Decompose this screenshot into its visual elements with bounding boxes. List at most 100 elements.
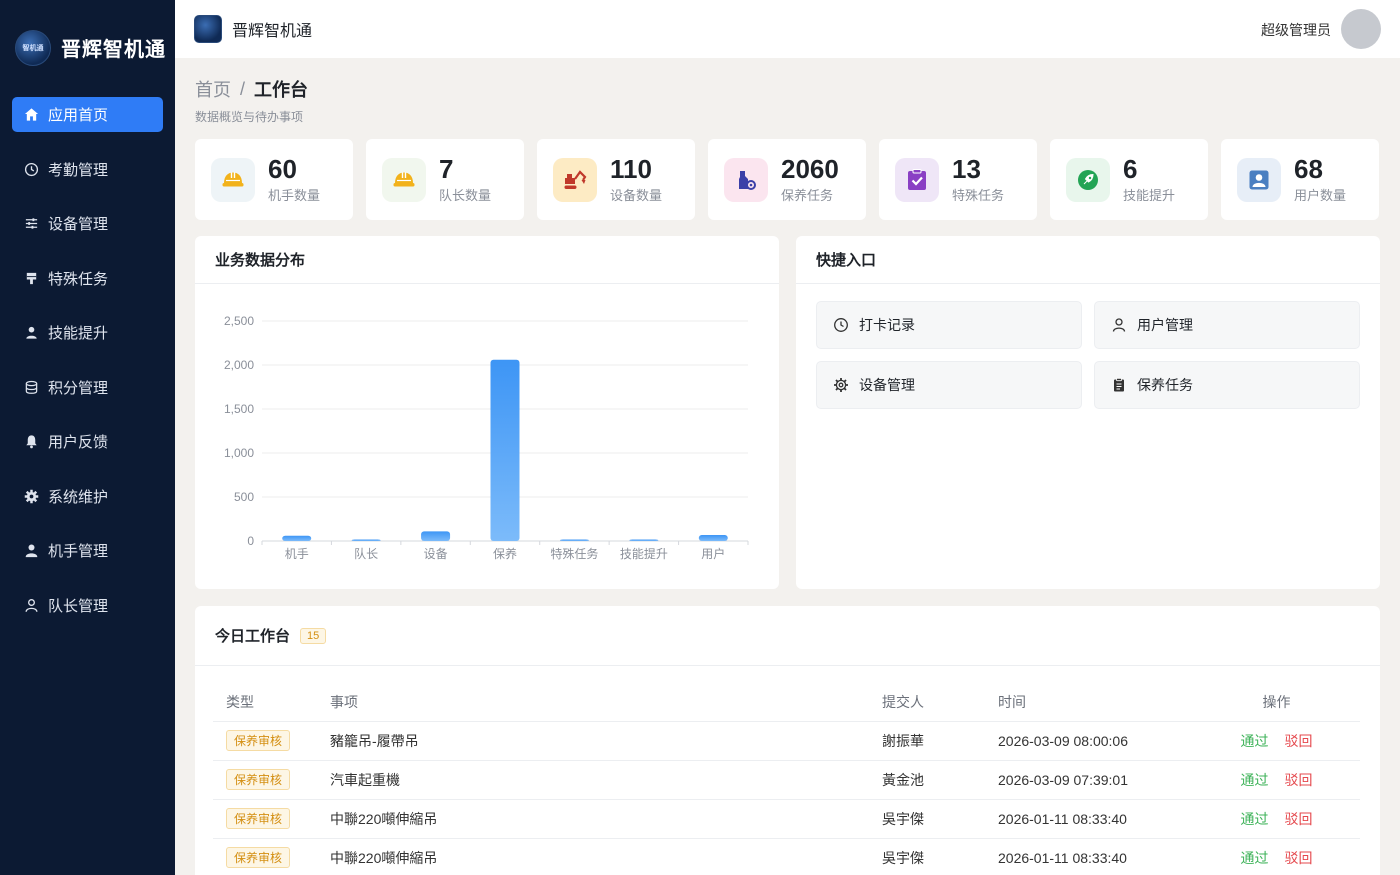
pin-icon	[22, 269, 40, 287]
header-title: 晋辉智机通	[232, 23, 313, 40]
stat-label: 技能提升	[1123, 188, 1176, 203]
stat-card-equipment[interactable]: 110 设备数量	[537, 139, 695, 220]
stat-card-users[interactable]: 68 用户数量	[1221, 139, 1379, 220]
quick-btn-label: 打卡记录	[859, 317, 915, 333]
y-tick-label: 500	[234, 490, 254, 504]
type-tag: 保养审核	[226, 769, 291, 790]
sidebar-item-label: 队长管理	[48, 597, 109, 615]
bar-设备	[421, 531, 451, 541]
sidebar-item-feedback[interactable]: 用户反馈	[12, 424, 163, 459]
sidebar-item-captains[interactable]: 队长管理	[12, 588, 163, 623]
quick-grid: 打卡记录 用户管理 设备管理 保养任务	[816, 301, 1360, 409]
stat-label: 用户数量	[1294, 188, 1347, 203]
user-up-icon	[22, 324, 40, 342]
main-content: 首页 / 工作台 数据概览与待办事项 60 机手数量 7 队长数量 110 设备数量	[175, 58, 1400, 875]
stat-card-skills[interactable]: 6 技能提升	[1050, 139, 1208, 220]
person-icon	[22, 542, 40, 560]
stat-label: 保养任务	[781, 188, 834, 203]
y-tick-label: 2,500	[224, 314, 254, 328]
stat-card-captains[interactable]: 7 队长数量	[366, 139, 524, 220]
quick-btn-label: 设备管理	[859, 377, 915, 393]
home-icon	[22, 106, 40, 124]
brand: 智机通 晋辉智机通	[0, 0, 175, 95]
sidebar-item-label: 技能提升	[48, 325, 109, 342]
helmet-icon	[211, 157, 255, 202]
stat-card-maintenance[interactable]: 2060 保养任务	[708, 139, 866, 220]
stat-card-special-tasks[interactable]: 13 特殊任务	[879, 139, 1037, 220]
stat-card-operators[interactable]: 60 机手数量	[195, 139, 353, 220]
row-submitter: 吳宇傑	[882, 799, 998, 839]
x-tick-label: 用户	[701, 546, 725, 561]
quick-btn-attendance[interactable]: 打卡记录	[816, 301, 1082, 349]
excavator-icon	[553, 157, 597, 202]
avatar[interactable]	[1341, 9, 1381, 49]
stat-label: 特殊任务	[952, 188, 1005, 203]
row-time: 2026-03-09 08:00:06	[998, 721, 1193, 761]
gear-icon	[22, 487, 40, 505]
reject-button[interactable]: 驳回	[1285, 772, 1313, 788]
count-badge: 15	[300, 627, 327, 644]
y-tick-label: 1,000	[224, 446, 254, 460]
sidebar-item-label: 特殊任务	[48, 270, 109, 288]
person-outline-icon	[22, 596, 40, 614]
today-title: 今日工作台 15	[195, 606, 1380, 666]
helmet-icon	[382, 157, 426, 202]
user-name[interactable]: 超级管理员	[1261, 20, 1331, 40]
database-icon	[22, 378, 40, 396]
stat-value: 110	[610, 154, 652, 184]
stat-label: 设备数量	[610, 188, 663, 203]
stat-label: 队长数量	[439, 188, 492, 203]
reject-button[interactable]: 驳回	[1285, 811, 1313, 827]
row-time: 2026-01-11 08:33:40	[998, 799, 1193, 839]
stat-value: 7	[439, 154, 454, 184]
sidebar-item-label: 积分管理	[48, 379, 109, 397]
breadcrumb-current: 工作台	[254, 80, 309, 100]
stat-value: 13	[952, 154, 981, 184]
col-time: 时间	[998, 684, 1193, 722]
table-row: 保养审核 中聯220噸伸縮吊 吳宇傑 2026-01-11 08:33:40 通…	[213, 838, 1360, 875]
clipboard-check-icon	[895, 157, 939, 202]
table-row: 保养审核 中聯220噸伸縮吊 吳宇傑 2026-01-11 08:33:40 通…	[213, 799, 1360, 839]
sidebar-item-points[interactable]: 积分管理	[12, 370, 163, 405]
breadcrumb-separator: /	[240, 78, 246, 99]
reject-button[interactable]: 驳回	[1285, 850, 1313, 866]
app-logo: 智机通	[15, 29, 51, 66]
y-tick-label: 0	[247, 534, 254, 548]
breadcrumb-home[interactable]: 首页	[195, 76, 231, 102]
sidebar-item-system[interactable]: 系统维护	[12, 479, 163, 514]
sidebar-item-skills[interactable]: 技能提升	[12, 315, 163, 350]
sidebar-item-operators[interactable]: 机手管理	[12, 533, 163, 568]
row-item: 中聯220噸伸縮吊	[330, 799, 882, 839]
table-row: 保养审核 汽車起重機 黃金池 2026-03-09 07:39:01 通过 驳回	[213, 760, 1360, 800]
stat-label: 机手数量	[268, 188, 321, 203]
approve-button[interactable]: 通过	[1241, 811, 1269, 827]
x-tick-label: 机手	[285, 547, 309, 561]
user-icon	[1112, 318, 1126, 332]
approve-button[interactable]: 通过	[1241, 733, 1269, 749]
col-type: 类型	[213, 684, 330, 722]
todo-table: 类型 事项 提交人 时间 操作 保养审核 豬籠吊-履帶吊 謝振華 2026-03…	[213, 684, 1360, 875]
quick-btn-users[interactable]: 用户管理	[1094, 301, 1360, 349]
chart-panel: 业务数据分布 0 500 1,000 1,500 2,000 2,500 机手 队长 设备 保养 特…	[195, 236, 779, 589]
quick-btn-maintenance[interactable]: 保养任务	[1094, 361, 1360, 409]
quick-panel: 快捷入口 打卡记录 用户管理 设备管理 保养任务	[796, 236, 1380, 589]
y-tick-label: 2,000	[224, 358, 254, 372]
sidebar-item-equipment[interactable]: 设备管理	[12, 206, 163, 241]
bar-机手	[282, 535, 312, 541]
approve-button[interactable]: 通过	[1241, 850, 1269, 866]
sidebar-item-attendance[interactable]: 考勤管理	[12, 152, 163, 187]
col-submitter: 提交人	[882, 684, 998, 722]
clipboard-icon	[1114, 377, 1124, 392]
reject-button[interactable]: 驳回	[1285, 733, 1313, 749]
col-actions: 操作	[1193, 684, 1360, 722]
table-header-row: 类型 事项 提交人 时间 操作	[213, 684, 1360, 722]
row-submitter: 吳宇傑	[882, 838, 998, 875]
approve-button[interactable]: 通过	[1241, 772, 1269, 788]
sidebar-item-home[interactable]: 应用首页	[12, 97, 163, 132]
top-header: 晋辉智机通 超级管理员	[175, 0, 1400, 58]
sidebar-item-special-tasks[interactable]: 特殊任务	[12, 261, 163, 296]
col-item: 事项	[330, 684, 882, 722]
quick-btn-equipment[interactable]: 设备管理	[816, 361, 1082, 409]
quick-panel-title: 快捷入口	[796, 236, 1380, 284]
row-item: 豬籠吊-履帶吊	[330, 721, 882, 761]
